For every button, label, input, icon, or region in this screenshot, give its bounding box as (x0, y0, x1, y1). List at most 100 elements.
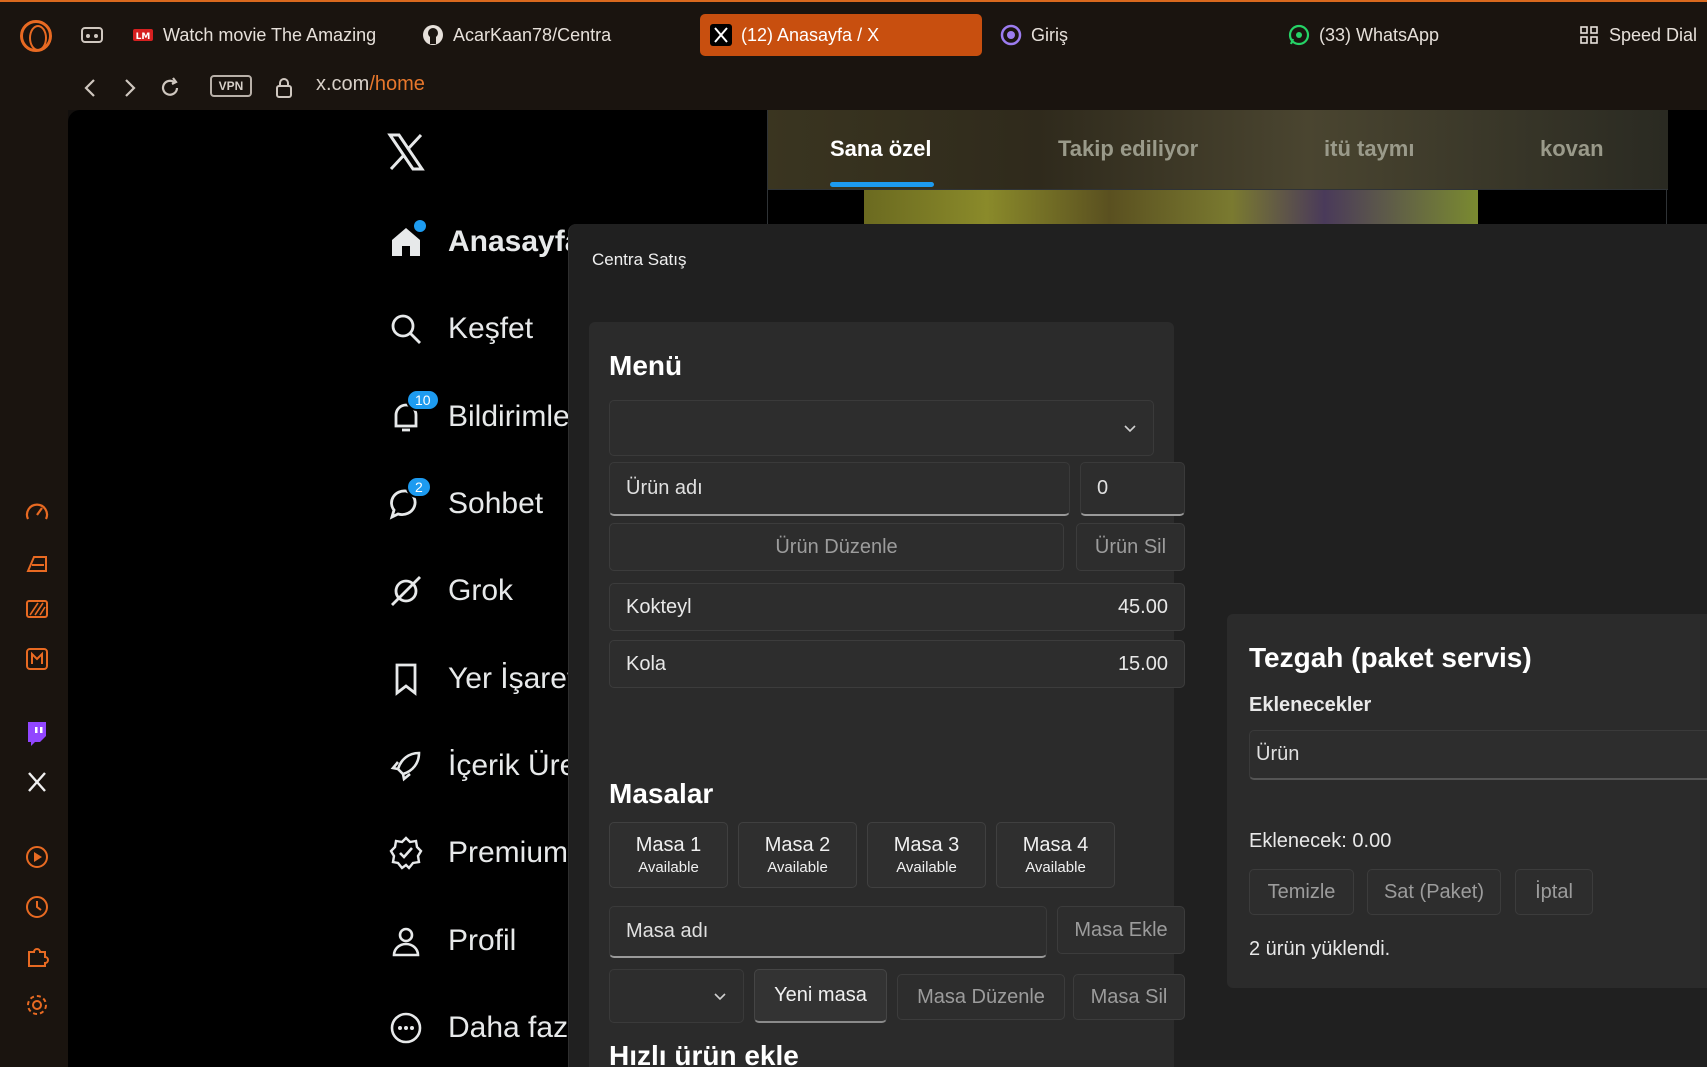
table-button-2[interactable]: Masa 2 Available (738, 822, 857, 888)
tab-following[interactable]: Takip ediliyor (1058, 136, 1198, 162)
chat-icon: 2 (386, 476, 432, 524)
window-title: Centra Satış (592, 250, 687, 269)
ai-icon[interactable] (22, 547, 52, 577)
delete-table-button[interactable]: Masa Sil (1073, 974, 1185, 1020)
address-bar[interactable]: x.com/home (316, 73, 425, 96)
list-item[interactable]: Kokteyl 45.00 (609, 583, 1185, 631)
tab-label: AcarKaan78/Centra (453, 24, 612, 45)
table-name-input[interactable]: Masa adı (609, 906, 1047, 958)
vpn-badge[interactable]: VPN (210, 75, 252, 97)
table-button-1[interactable]: Masa 1 Available (609, 822, 728, 888)
tab-github[interactable]: AcarKaan78/Centra (422, 14, 652, 56)
product-name-input[interactable]: Ürün adı (609, 462, 1070, 516)
chevron-down-icon (713, 985, 727, 1008)
tab-for-you[interactable]: Sana özel (830, 136, 931, 162)
tab-kovan[interactable]: kovan (1540, 136, 1604, 162)
menu-category-dropdown[interactable] (609, 400, 1154, 456)
browser-tab-bar: LM Watch movie The Amazing AcarKaan78/Ce… (0, 0, 1707, 66)
counter-column-header: Ürün (1249, 730, 1707, 780)
x-nav-label: Bildirimler (448, 400, 580, 433)
notification-count-badge: 10 (406, 389, 440, 411)
product-price: 15.00 (1117, 652, 1168, 675)
github-icon (422, 24, 444, 46)
rocket-icon (386, 746, 426, 786)
speedometer-icon[interactable] (22, 497, 52, 527)
active-tab-indicator (830, 182, 934, 187)
x-sidebar-icon[interactable] (22, 767, 52, 797)
url-path: /home (369, 73, 425, 95)
x-nav-grok[interactable]: Grok (386, 566, 513, 616)
wallpaper-icon[interactable] (22, 595, 52, 625)
twitch-icon[interactable] (22, 718, 52, 748)
forward-icon[interactable] (114, 72, 146, 104)
tab-speed-dial[interactable]: Speed Dial (1578, 14, 1707, 56)
table-button-3[interactable]: Masa 3 Available (867, 822, 986, 888)
tab-giris[interactable]: Giriş (1000, 14, 1120, 56)
x-nav-notifications[interactable]: 10 Bildirimler (386, 389, 580, 442)
x-nav-chat[interactable]: 2 Sohbet (386, 476, 543, 529)
counter-total: Eklenecek: 0.00 (1249, 830, 1392, 852)
extensions-icon[interactable] (22, 941, 52, 971)
chevron-down-icon (1123, 417, 1137, 440)
list-item[interactable]: Kola 15.00 (609, 640, 1185, 688)
product-name: Kola (626, 652, 667, 675)
opera-logo-icon[interactable] (20, 20, 52, 52)
x-nav-profile[interactable]: Profil (386, 916, 516, 966)
feed-tabs: Sana özel Takip ediliyor itü taymı kovan (768, 110, 1668, 190)
x-nav-explore[interactable]: Keşfet (386, 304, 533, 354)
tab-itu-taymi[interactable]: itü taymı (1324, 136, 1414, 162)
tab-label: Speed Dial (1609, 24, 1698, 45)
x-nav-label: Keşfet (448, 312, 534, 345)
sell-package-button[interactable]: Sat (Paket) (1367, 869, 1501, 915)
mail-m-icon[interactable] (22, 644, 52, 674)
settings-gear-icon[interactable] (22, 990, 52, 1020)
player-icon[interactable] (22, 842, 52, 872)
counter-subheading: Eklenecekler (1249, 694, 1372, 716)
edit-product-button[interactable]: Ürün Düzenle (609, 523, 1064, 571)
tab-whatsapp[interactable]: (33) WhatsApp (1288, 14, 1468, 56)
x-logo-icon[interactable] (386, 132, 426, 177)
x-nav-home[interactable]: Anasayfa (386, 217, 581, 267)
search-icon (386, 309, 426, 349)
x-nav-label: Premium (448, 836, 569, 869)
tables-heading: Masalar (609, 778, 714, 809)
browser-sidebar (0, 110, 68, 1067)
table-select-dropdown[interactable] (609, 969, 744, 1023)
reload-icon[interactable] (154, 72, 186, 104)
clear-button[interactable]: Temizle (1249, 869, 1354, 915)
table-name: Masa 1 (635, 834, 702, 856)
table-name: Masa 4 (1022, 834, 1089, 856)
table-button-4[interactable]: Masa 4 Available (996, 822, 1115, 888)
x-nav-more[interactable]: Daha fazla (386, 1003, 591, 1053)
desktop: LM Watch movie The Amazing AcarKaan78/Ce… (0, 0, 1707, 1067)
person-icon (386, 921, 426, 961)
delete-product-button[interactable]: Ürün Sil (1076, 523, 1185, 571)
product-price-input[interactable]: 0 (1080, 462, 1185, 516)
grid-icon (1578, 24, 1600, 46)
table-name: Masa 3 (893, 834, 960, 856)
lock-icon[interactable] (268, 72, 300, 104)
tab-islands-icon[interactable] (80, 14, 104, 56)
add-table-button[interactable]: Masa Ekle (1057, 906, 1185, 954)
bookmark-icon (386, 659, 426, 699)
edit-table-button[interactable]: Masa Düzenle (897, 974, 1065, 1020)
tab-x-home[interactable]: (12) Anasayfa / X (700, 14, 982, 56)
back-icon[interactable] (74, 72, 106, 104)
product-name: Kokteyl (626, 595, 692, 618)
bell-icon: 10 (386, 389, 440, 437)
cancel-button[interactable]: İptal (1515, 869, 1593, 915)
notification-dot (414, 220, 426, 232)
grok-icon (386, 571, 426, 611)
table-status: Available (896, 859, 957, 876)
x-nav-premium[interactable]: Premium (386, 828, 568, 878)
new-table-button[interactable]: Yeni masa (754, 969, 887, 1023)
column-header: Ürün (1256, 743, 1300, 765)
centra-window: Centra Satış Menü Ürün adı 0 Ürün Düzenl… (568, 224, 1707, 1067)
product-price-value: 0 (1097, 477, 1109, 499)
table-status: Available (638, 859, 699, 876)
home-icon (386, 220, 426, 262)
x-nav-label: Grok (448, 574, 514, 607)
whatsapp-icon (1288, 24, 1310, 46)
tab-watch-movie[interactable]: LM Watch movie The Amazing (132, 14, 392, 56)
history-icon[interactable] (22, 892, 52, 922)
